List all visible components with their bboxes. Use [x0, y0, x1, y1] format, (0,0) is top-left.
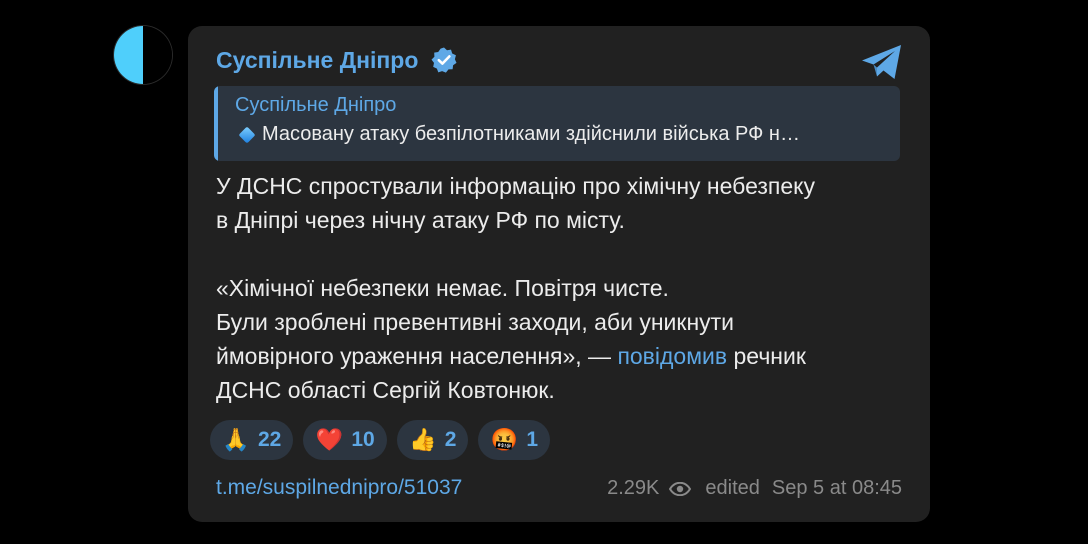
channel-name-link[interactable]: Суспільне Дніпро	[216, 46, 458, 74]
reactions-bar: 🙏 22 ❤️ 10 👍 2 🤬 1	[210, 420, 551, 460]
reply-preview[interactable]: Суспільне Дніпро Масовану атаку безпілот…	[214, 86, 900, 161]
channel-name: Суспільне Дніпро	[216, 46, 419, 73]
message-text: У ДСНС спростували інформацію про хімічн…	[216, 169, 916, 407]
folded-hands-icon: 🙏	[222, 427, 250, 452]
text-line: Були зроблені превентивні заходи, аби ун…	[216, 309, 735, 335]
red-heart-icon: ❤️	[315, 427, 344, 452]
reaction-swearing-face[interactable]: 🤬 1	[478, 420, 551, 460]
reaction-red-heart[interactable]: ❤️ 10	[303, 420, 387, 460]
swearing-face-icon: 🤬	[490, 427, 519, 452]
message-bubble: Суспільне Дніпро Суспільне Дніпро Масова…	[188, 26, 930, 522]
source-link[interactable]: повідомив	[617, 343, 727, 369]
text-line: ймовірного ураження населення», — повідо…	[216, 339, 916, 373]
reply-text: Масовану атаку безпілотниками здійснили …	[262, 123, 800, 145]
edited-label: edited	[705, 477, 760, 499]
text-line: в Дніпрі через нічну атаку РФ по місту.	[216, 207, 625, 233]
view-count: 2.29K	[607, 477, 660, 499]
blue-diamond-icon	[238, 126, 256, 143]
reply-author: Суспільне Дніпро	[235, 94, 397, 116]
text-segment: речник	[727, 343, 806, 369]
avatar-logo-icon	[114, 26, 172, 84]
telegram-share-icon[interactable]	[860, 42, 904, 82]
text-segment: ймовірного ураження населення», —	[216, 343, 618, 369]
text-line: У ДСНС спростували інформацію про хімічн…	[216, 173, 815, 199]
post-link[interactable]: t.me/suspilnednipro/51037	[216, 476, 462, 500]
screen: Суспільне Дніпро Суспільне Дніпро Масова…	[0, 0, 1088, 544]
reaction-count: 10	[351, 428, 375, 451]
verified-badge-icon	[431, 47, 457, 73]
channel-avatar[interactable]	[114, 26, 172, 84]
post-meta: 2.29K edited Sep 5 at 08:45	[607, 477, 902, 500]
reaction-count: 22	[258, 428, 282, 451]
reaction-folded-hands[interactable]: 🙏 22	[210, 420, 294, 460]
reaction-count: 1	[526, 428, 539, 451]
reply-text-row: Масовану атаку безпілотниками здійснили …	[237, 123, 887, 146]
reaction-thumbs-up[interactable]: 👍 2	[396, 420, 469, 460]
text-line: ДСНС області Сергій Ковтонюк.	[216, 377, 555, 403]
eye-icon	[669, 481, 692, 496]
reaction-count: 2	[444, 428, 457, 451]
text-line: «Хімічної небезпеки немає. Повітря чисте…	[216, 275, 669, 301]
reply-accent-bar	[214, 86, 218, 161]
thumbs-up-icon: 👍	[409, 427, 437, 452]
post-date: Sep 5 at 08:45	[771, 477, 902, 499]
